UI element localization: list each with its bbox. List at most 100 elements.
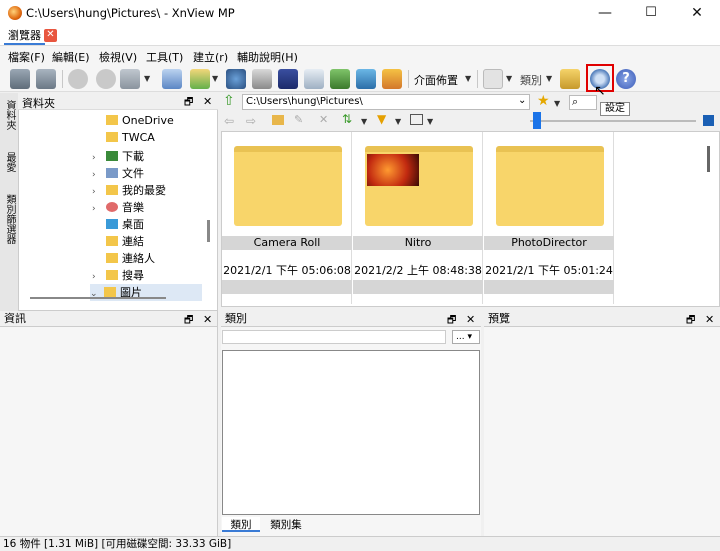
fullscreen-icon[interactable]	[36, 69, 56, 89]
favorite-dropdown-icon[interactable]: ▼	[554, 99, 560, 108]
rotate-right-icon[interactable]	[96, 69, 116, 89]
menu-edit[interactable]: 編輯(E)	[52, 49, 90, 65]
forward-icon[interactable]: ⇨	[246, 114, 256, 128]
menu-create[interactable]: 建立(r)	[193, 49, 228, 65]
back-icon[interactable]: ⇦	[224, 114, 234, 128]
tree-item[interactable]: › 我的最愛	[92, 182, 212, 199]
preview-panel-close-icon[interactable]: ✕	[705, 313, 714, 326]
category-filter-button[interactable]: ... ▾	[452, 330, 480, 344]
thumbnail-item[interactable]: Camera Roll 2021/2/1 下午 05:06:08	[222, 132, 352, 304]
transform-dropdown-icon[interactable]: ▼	[144, 74, 150, 83]
tree-scrollbar-thumb[interactable]	[207, 220, 210, 242]
filter-icon[interactable]	[483, 69, 503, 89]
sidebar-tab-favorites[interactable]: 最愛	[2, 152, 16, 172]
sort-icon[interactable]: ⇅	[342, 112, 352, 126]
category-list[interactable]	[222, 350, 480, 515]
tree-expand-icon[interactable]: ›	[92, 153, 102, 163]
sidebar-tab-folders[interactable]: 資料夾	[2, 100, 16, 130]
toolbar-separator	[477, 70, 478, 88]
menu-tools[interactable]: 工具(T)	[146, 49, 183, 65]
copy-icon[interactable]	[162, 69, 182, 89]
category-filter-input[interactable]	[222, 330, 446, 344]
panel-float-icon[interactable]: 🗗	[184, 95, 193, 112]
tree-item[interactable]: OneDrive	[92, 114, 212, 131]
info-panel-close-icon[interactable]: ✕	[203, 313, 212, 326]
tree-expand-icon[interactable]: ›	[92, 272, 102, 282]
sort-dropdown-icon[interactable]: ▼	[361, 117, 367, 126]
content-scrollbar-thumb[interactable]	[707, 146, 710, 172]
thumbnail-name: PhotoDirector	[511, 236, 587, 249]
tree-hscrollbar-thumb[interactable]	[30, 297, 166, 299]
tree-item[interactable]: › 音樂	[92, 199, 212, 216]
tree-expand-icon[interactable]: ›	[92, 170, 102, 180]
tree-item[interactable]: › 文件	[92, 165, 212, 182]
layout-menu[interactable]: 介面佈置	[414, 72, 458, 88]
fit-icon[interactable]	[703, 115, 714, 126]
capture-icon[interactable]	[356, 69, 376, 89]
category-panel-close-icon[interactable]: ✕	[466, 313, 475, 326]
maximize-button[interactable]: ☐	[628, 0, 674, 26]
tab-category-sets[interactable]: 類別集	[264, 517, 308, 532]
tree-item[interactable]: 連絡人	[92, 250, 212, 267]
tree-expand-icon[interactable]: ›	[92, 204, 102, 214]
tree-item-label: 下載	[122, 150, 144, 163]
category-panel-float-icon[interactable]: 🗗	[447, 313, 456, 330]
slideshow-create-icon[interactable]	[382, 69, 402, 89]
tree-item[interactable]: TWCA	[92, 131, 212, 148]
thumbnail-item[interactable]: PhotoDirector 2021/2/1 下午 05:01:24	[484, 132, 614, 304]
filter-funnel-icon[interactable]: ▼	[377, 112, 386, 126]
transform-icon[interactable]	[120, 69, 140, 89]
tree-item[interactable]: 連結	[92, 233, 212, 250]
thumbnail-item[interactable]: Nitro 2021/2/2 上午 08:48:38	[353, 132, 483, 304]
menu-view[interactable]: 檢視(V)	[99, 49, 137, 65]
category-dropdown-icon[interactable]: ▼	[546, 74, 552, 83]
delete-icon[interactable]: ✕	[319, 113, 328, 126]
category-panel-header: 類別	[221, 311, 481, 327]
layout-dropdown-icon[interactable]: ▼	[465, 74, 471, 83]
menu-help[interactable]: 輔助說明(H)	[237, 49, 298, 65]
filter-funnel-dropdown-icon[interactable]: ▼	[395, 117, 401, 126]
image-convert-icon[interactable]	[330, 69, 350, 89]
menu-file[interactable]: 檔案(F)	[8, 49, 45, 65]
sidebar-tab-category-filter[interactable]: 類別篩選器	[2, 194, 16, 244]
info-panel-float-icon[interactable]: 🗗	[184, 313, 193, 330]
new-folder-icon[interactable]	[272, 115, 284, 125]
favorite-star-icon[interactable]: ★	[537, 93, 550, 109]
tree-item[interactable]: 桌面	[92, 216, 212, 233]
image-preview-icon	[367, 154, 419, 186]
tree-item-label: 文件	[122, 167, 144, 180]
close-button[interactable]: ✕	[674, 0, 720, 26]
help-icon[interactable]: ?	[616, 69, 636, 89]
filter-dropdown-icon[interactable]: ▼	[506, 74, 512, 83]
panel-close-icon[interactable]: ✕	[203, 95, 212, 108]
print-icon[interactable]	[252, 69, 272, 89]
search-icon: ⌕	[572, 95, 579, 108]
thumb-size-slider[interactable]	[533, 112, 541, 129]
xnview-app-icon[interactable]	[8, 6, 22, 20]
view-mode-dropdown-icon[interactable]: ▼	[427, 117, 433, 126]
scan-icon[interactable]	[278, 69, 298, 89]
tab-close-icon[interactable]: ✕	[44, 29, 57, 42]
rename-icon[interactable]: ✎	[294, 113, 303, 126]
tab-categories[interactable]: 類別	[222, 517, 260, 532]
move-icon[interactable]	[190, 69, 210, 89]
tree-expand-icon[interactable]: ›	[92, 187, 102, 197]
preview-panel-float-icon[interactable]: 🗗	[686, 313, 695, 330]
path-input[interactable]: C:\Users\hung\Pictures\	[242, 94, 530, 110]
minimize-button[interactable]: —	[582, 0, 628, 26]
rotate-left-icon[interactable]	[68, 69, 88, 89]
move-dropdown-icon[interactable]: ▼	[212, 74, 218, 83]
tab-browser[interactable]: 瀏覽器	[4, 28, 45, 45]
view-mode-icon[interactable]	[410, 114, 423, 125]
category-menu[interactable]: 類別	[520, 72, 542, 88]
tree-item[interactable]: › 搜尋	[92, 267, 212, 284]
binoculars-icon[interactable]	[226, 69, 246, 89]
doc-icon	[106, 168, 118, 178]
batch-icon[interactable]	[304, 69, 324, 89]
go-up-icon[interactable]: ⇧	[223, 94, 239, 110]
slideshow-icon[interactable]	[10, 69, 30, 89]
folder-tree-icon[interactable]	[560, 69, 580, 89]
path-dropdown-icon[interactable]: ⌄	[518, 95, 526, 106]
tree-item[interactable]: › 下載	[92, 148, 212, 165]
thumb-size-track[interactable]	[530, 120, 696, 122]
